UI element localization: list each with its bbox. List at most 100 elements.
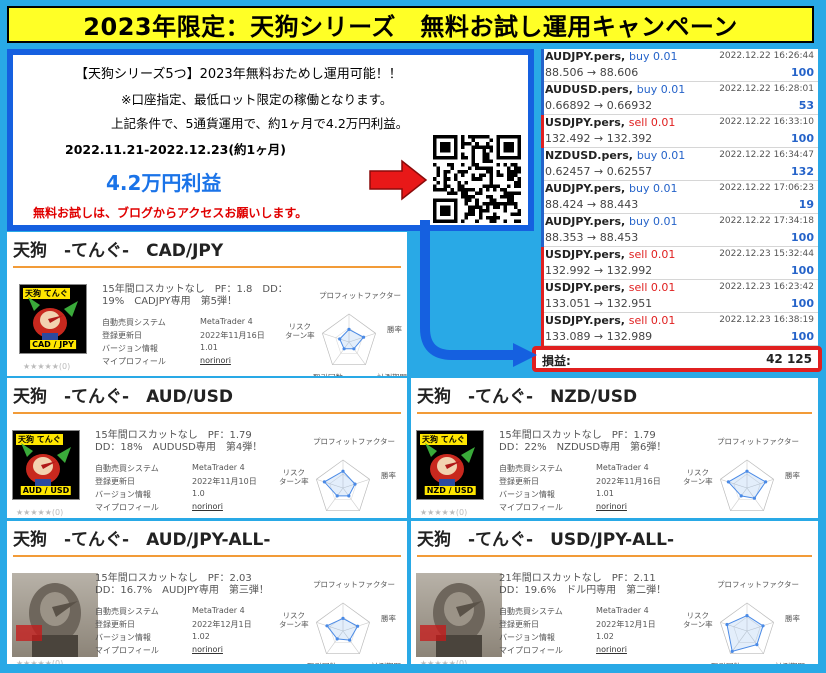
meta-label: 登録更新日: [95, 477, 135, 486]
trade-side: buy 0.01: [636, 83, 686, 96]
trade-row: USDJPY.pers, sell 0.01 2022.12.23 16:38:1…: [541, 313, 818, 346]
product-card-nzdusd[interactable]: 天狗 -てんぐ- NZD/USD 天狗 てんぐ NZD / USD 15年間ロスカット…: [411, 378, 818, 518]
promo-box: 【天狗シリーズ5つ】2023年無料おためし運用可能！！ ※口座指定、最低ロット限…: [7, 49, 534, 231]
card-desc-2: 19% CADJPY専用 第5弾！: [102, 296, 237, 307]
trade-symbol: AUDUSD.pers, buy 0.01: [545, 83, 685, 96]
trade-row: AUDUSD.pers, buy 0.01 2022.12.22 16:28:01…: [541, 82, 818, 115]
meta-label: 登録更新日: [102, 331, 142, 340]
campaign-poster: 2023年限定：天狗シリーズ 無料お試し運用キャンペーン 【天狗シリーズ5つ】2…: [0, 0, 826, 673]
radar-label-risk-return: リスク ターン率: [279, 468, 309, 486]
trade-prices: 132.992 → 132.992: [545, 264, 653, 277]
meta-value: MetaTrader 4: [200, 317, 253, 326]
trade-side-bar: [541, 82, 544, 115]
product-card-usdjpy-all[interactable]: 天狗 -てんぐ- USD/JPY-ALL- 21年間ロスカットなし PF：2.11…: [411, 521, 818, 664]
trade-time: 2022.12.22 17:06:23: [719, 183, 814, 193]
trade-symbol-name: USDJPY.pers,: [545, 314, 625, 327]
trade-profit: 100: [791, 231, 814, 244]
trade-row: NZDUSD.pers, buy 0.01 2022.12.22 16:34:47…: [541, 148, 818, 181]
trade-side-bar: [541, 49, 544, 82]
trade-symbol: USDJPY.pers, sell 0.01: [545, 281, 675, 294]
trade-row: AUDJPY.pers, buy 0.01 2022.12.22 17:06:23…: [541, 181, 818, 214]
meta-value: MetaTrader 4: [192, 463, 245, 472]
card-desc-2: DD：16.7% AUDJPY専用 第三弾！: [95, 585, 269, 596]
trade-time: 2022.12.22 16:28:01: [719, 84, 814, 94]
card-desc-1: 15年間ロスカットなし PF：1.79: [95, 430, 252, 441]
trade-symbol: NZDUSD.pers, buy 0.01: [545, 149, 685, 162]
connector-arrow-icon: [420, 220, 537, 367]
meta-value: 1.02: [192, 632, 210, 641]
promo-line-1: 【天狗シリーズ5つ】2023年無料おためし運用可能！！: [75, 67, 402, 82]
trade-side: buy 0.01: [629, 215, 678, 228]
promo-note: 無料お試しは、ブログからアクセスお願いします。: [33, 206, 308, 220]
card-title[interactable]: 天狗 -てんぐ- CAD/JPY: [13, 236, 223, 261]
trade-time: 2022.12.22 16:34:47: [719, 150, 814, 160]
trade-symbol: AUDJPY.pers, buy 0.01: [545, 50, 678, 63]
trade-history: AUDJPY.pers, buy 0.01 2022.12.22 16:26:44…: [541, 49, 818, 349]
card-title[interactable]: 天狗 -てんぐ- AUD/JPY-ALL-: [13, 525, 270, 550]
trade-row: USDJPY.pers, sell 0.01 2022.12.23 16:23:4…: [541, 280, 818, 313]
profile-link[interactable]: norinori: [596, 502, 627, 511]
radar-label-period: 計測期間: [377, 372, 407, 376]
product-card-cadjpy[interactable]: 天狗 -てんぐ- CAD/JPY 天狗 てんぐ CAD / JPY 15年間ロスカット…: [7, 232, 407, 376]
meta-label: 登録更新日: [95, 620, 135, 629]
title-underline: [13, 266, 401, 268]
card-title[interactable]: 天狗 -てんぐ- AUD/USD: [13, 382, 233, 407]
meta-label: 登録更新日: [499, 477, 539, 486]
qr-code[interactable]: [433, 135, 521, 223]
balance-label: 損益:: [542, 354, 571, 368]
meta-label: マイプロフィール: [95, 503, 159, 512]
product-card-audusd[interactable]: 天狗 -てんぐ- AUD/USD 天狗 てんぐ AUD / USD 15年間ロスカット…: [7, 378, 407, 518]
trade-profit: 100: [791, 297, 814, 310]
meta-value: 1.01: [200, 343, 218, 352]
profile-link[interactable]: norinori: [192, 502, 223, 511]
trade-symbol: USDJPY.pers, sell 0.01: [545, 314, 675, 327]
trade-time: 2022.12.23 15:32:44: [719, 249, 814, 259]
mascot-thumbnail[interactable]: 天狗 てんぐ CAD / JPY: [19, 284, 87, 354]
card-desc-1: 15年間ロスカットなし PF：1.79: [499, 430, 656, 441]
promo-line-3: 上記条件で、5通貨運用で、約1ヶ月で4.2万円利益。: [111, 116, 409, 131]
meta-value: 2022年11月10日: [192, 477, 257, 486]
card-title[interactable]: 天狗 -てんぐ- NZD/USD: [417, 382, 637, 407]
radar-label-win-rate: 勝率: [381, 471, 396, 480]
thumb-pair: AUD / USD: [20, 486, 72, 495]
title-underline: [417, 412, 812, 414]
card-desc-2: DD：19.6% ドル円専用 第二弾！: [499, 585, 667, 596]
radar-label-profit-factor: プロフィットファクター: [319, 291, 402, 300]
tengu-statue-photo[interactable]: [416, 573, 502, 657]
card-title[interactable]: 天狗 -てんぐ- USD/JPY-ALL-: [417, 525, 674, 550]
meta-label: マイプロフィール: [102, 357, 166, 366]
trade-prices: 133.051 → 132.951: [545, 297, 653, 310]
radar-label-profit-factor: プロフィットファクター: [717, 437, 800, 446]
profile-link[interactable]: norinori: [192, 645, 223, 654]
trade-prices: 88.424 → 88.443: [545, 198, 639, 211]
tengu-statue-photo[interactable]: [12, 573, 98, 657]
mascot-thumbnail[interactable]: 天狗 てんぐ NZD / USD: [416, 430, 484, 500]
radar-label-period: 計測期間: [775, 661, 805, 664]
radar-label-risk-return: リスク ターン率: [683, 468, 713, 486]
trade-profit: 132: [791, 165, 814, 178]
meta-label: バージョン情報: [102, 344, 158, 353]
trade-side: sell 0.01: [628, 248, 676, 261]
trade-time: 2022.12.22 17:34:18: [719, 216, 814, 226]
meta-label: 自動売買システム: [499, 607, 563, 616]
radar-label-win-rate: 勝率: [387, 325, 402, 334]
trade-prices: 0.62457 → 0.62557: [545, 165, 653, 178]
meta-label: 登録更新日: [499, 620, 539, 629]
promo-period: 2022.11.21-2022.12.23(約1ヶ月): [65, 142, 286, 157]
trade-symbol-name: USDJPY.pers,: [545, 116, 625, 129]
mascot-thumbnail[interactable]: 天狗 てんぐ AUD / USD: [12, 430, 80, 500]
meta-label: バージョン情報: [95, 490, 151, 499]
title-underline: [13, 555, 401, 557]
radar-label-profit-factor: プロフィットファクター: [717, 580, 800, 589]
trade-side: buy 0.01: [629, 182, 678, 195]
rating-stars: ★★★★★(0): [23, 362, 71, 371]
trade-row: AUDJPY.pers, buy 0.01 2022.12.22 16:26:44…: [541, 49, 818, 82]
profile-link[interactable]: norinori: [596, 645, 627, 654]
trade-prices: 0.66892 → 0.66932: [545, 99, 653, 112]
meta-value: 1.0: [192, 489, 205, 498]
product-card-audjpy-all[interactable]: 天狗 -てんぐ- AUD/JPY-ALL- 15年間ロスカットなし PF：2.03…: [7, 521, 407, 664]
profile-link[interactable]: norinori: [200, 356, 231, 365]
radar-label-win-rate: 勝率: [381, 614, 396, 623]
radar-label-risk-return: リスク ターン率: [279, 611, 309, 629]
trade-symbol: AUDJPY.pers, buy 0.01: [545, 182, 678, 195]
